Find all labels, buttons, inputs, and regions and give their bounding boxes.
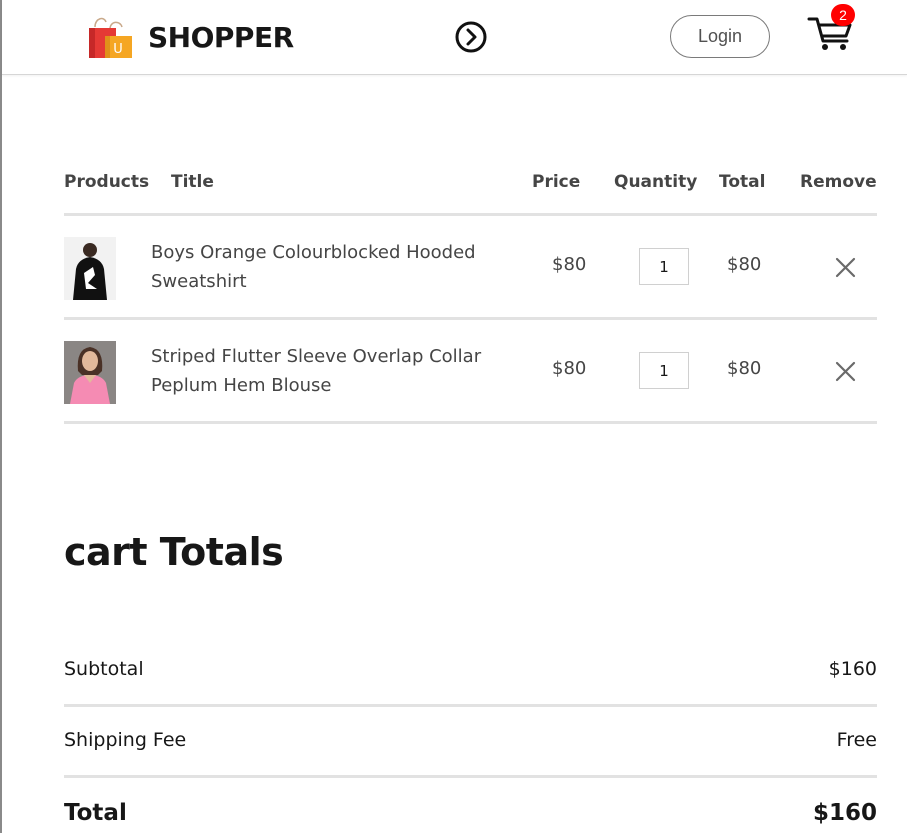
login-button[interactable]: Login — [670, 15, 770, 58]
cart-totals: cart Totals Subtotal $160 Shipping Fee F… — [64, 530, 877, 826]
product-title[interactable]: Boys Orange Colourblocked Hooded Sweatsh… — [151, 238, 511, 296]
close-icon[interactable] — [835, 257, 856, 278]
close-icon[interactable] — [835, 361, 856, 382]
brand-name: SHOPPER — [148, 20, 294, 54]
total-row: Total $160 — [64, 800, 877, 826]
quantity-field[interactable]: 1 — [639, 352, 689, 389]
header-total: Total — [719, 172, 766, 192]
logo-letter: U — [113, 42, 123, 57]
cart-count-badge: 2 — [831, 4, 855, 26]
shipping-label: Shipping Fee — [64, 729, 187, 751]
cart-table: Products Title Price Quantity Total Remo… — [64, 160, 877, 424]
product-price: $80 — [552, 358, 587, 379]
shipping-value: Free — [836, 729, 877, 751]
shopping-bags-icon: U — [89, 17, 132, 58]
product-image[interactable] — [64, 341, 116, 404]
header-remove: Remove — [800, 172, 877, 192]
navbar: U SHOPPER Login 2 — [2, 0, 907, 75]
chevron-right-circle-icon[interactable] — [454, 20, 488, 54]
header-title: Title — [171, 172, 214, 192]
header-products: Products — [64, 172, 150, 192]
shipping-row: Shipping Fee Free — [64, 729, 877, 751]
table-row: Boys Orange Colourblocked Hooded Sweatsh… — [64, 216, 877, 320]
subtotal-row: Subtotal $160 — [64, 658, 877, 680]
product-title[interactable]: Striped Flutter Sleeve Overlap Collar Pe… — [151, 342, 511, 400]
brand-logo[interactable]: U SHOPPER — [86, 14, 294, 60]
header-price: Price — [532, 172, 581, 192]
product-total: $80 — [727, 254, 762, 275]
quantity-field[interactable]: 1 — [639, 248, 689, 285]
window-edge — [0, 0, 2, 833]
divider — [64, 775, 877, 778]
subtotal-label: Subtotal — [64, 658, 144, 680]
product-total: $80 — [727, 358, 762, 379]
product-image[interactable] — [64, 237, 116, 300]
table-row: Striped Flutter Sleeve Overlap Collar Pe… — [64, 320, 877, 424]
table-header: Products Title Price Quantity Total Remo… — [64, 160, 877, 216]
product-price: $80 — [552, 254, 587, 275]
total-label: Total — [64, 800, 127, 826]
total-value: $160 — [812, 800, 877, 826]
header-quantity: Quantity — [614, 172, 698, 192]
cart-totals-heading: cart Totals — [64, 530, 284, 574]
divider — [64, 704, 877, 707]
subtotal-value: $160 — [828, 658, 877, 680]
